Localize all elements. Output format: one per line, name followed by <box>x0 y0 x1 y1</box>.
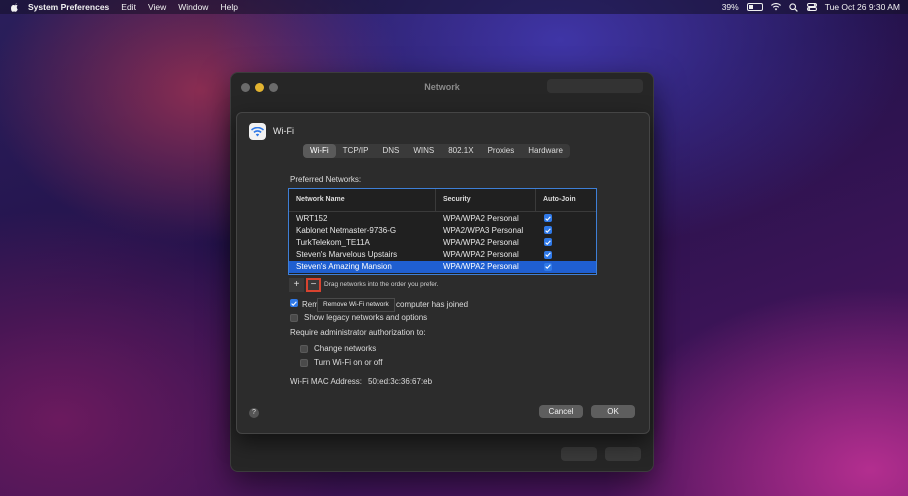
battery-percent: 39% <box>721 2 739 12</box>
search-icon[interactable] <box>789 3 799 12</box>
menu-app-name[interactable]: System Preferences <box>28 2 109 12</box>
auto-join-checkbox[interactable] <box>544 250 552 259</box>
help-button[interactable]: ? <box>249 408 259 418</box>
table-header: Network Name Security Auto-Join <box>289 189 596 212</box>
auto-join-cell <box>536 238 596 247</box>
admin-auth-heading: Require administrator authorization to: <box>290 328 426 337</box>
menu-edit[interactable]: Edit <box>121 2 136 12</box>
auto-join-cell <box>536 226 596 235</box>
preferred-networks-label: Preferred Networks: <box>290 175 362 184</box>
legacy-networks-option[interactable]: Show legacy networks and options <box>290 313 427 322</box>
tab-proxies[interactable]: Proxies <box>481 144 522 158</box>
tab-bar: Wi-Fi TCP/IP DNS WINS 802.1X Proxies Har… <box>303 144 570 158</box>
network-security-cell: WPA/WPA2 Personal <box>443 237 519 247</box>
network-name-cell: Steven's Amazing Mansion <box>296 262 392 272</box>
add-network-button[interactable]: + <box>289 278 304 292</box>
tab-dns[interactable]: DNS <box>375 144 406 158</box>
table-row[interactable]: Steven's Amazing Mansion WPA/WPA2 Persona… <box>289 260 596 273</box>
remember-networks-option[interactable] <box>290 299 298 307</box>
tab-hardware[interactable]: Hardware <box>521 144 570 158</box>
turn-wifi-label: Turn Wi-Fi on or off <box>314 358 383 367</box>
wifi-status-icon[interactable] <box>770 2 781 11</box>
network-security-cell: WPA/WPA2 Personal <box>443 213 519 223</box>
mac-address-label: Wi-Fi MAC Address: <box>290 377 363 386</box>
change-networks-label: Change networks <box>314 344 377 353</box>
auto-join-cell <box>536 250 596 259</box>
network-security-cell: WPA/WPA2 Personal <box>443 250 519 260</box>
preferred-networks-table[interactable]: Network Name Security Auto-Join WRT152 WP… <box>288 188 597 275</box>
revert-button-ghost <box>561 447 597 461</box>
sheet-title: Wi-Fi <box>273 126 294 136</box>
tab-wifi[interactable]: Wi-Fi <box>303 144 336 158</box>
add-remove-controls: + − <box>289 278 321 292</box>
ok-button[interactable]: OK <box>591 405 635 418</box>
network-security-cell: WPA2/WPA3 Personal <box>443 225 524 235</box>
column-security[interactable]: Security <box>436 189 536 211</box>
table-body: WRT152 WPA/WPA2 Personal Kablonet Netmaste… <box>289 212 596 273</box>
legacy-networks-label: Show legacy networks and options <box>304 313 428 322</box>
column-auto-join[interactable]: Auto-Join <box>536 189 596 211</box>
menu-datetime[interactable]: Tue Oct 26 9:30 AM <box>825 2 900 12</box>
remove-tooltip: Remove Wi-Fi network <box>317 298 395 312</box>
admin-auth-label: Require administrator authorization to: <box>290 328 426 337</box>
apple-menu-icon[interactable] <box>10 2 20 12</box>
auto-join-checkbox[interactable] <box>544 226 552 235</box>
auto-join-cell <box>536 214 596 223</box>
table-row[interactable]: Steven's Marvelous Upstairs WPA/WPA2 Pers… <box>289 249 596 261</box>
battery-icon[interactable] <box>746 3 763 11</box>
menu-view[interactable]: View <box>148 2 166 12</box>
apply-button-ghost <box>605 447 641 461</box>
network-security-cell: WPA/WPA2 Personal <box>443 262 519 272</box>
change-networks-checkbox[interactable] <box>300 344 308 353</box>
drag-hint: Drag networks into the order you prefer. <box>324 281 439 288</box>
menu-bar: System Preferences Edit View Window Help… <box>0 0 908 14</box>
turn-wifi-option[interactable]: Turn Wi-Fi on or off <box>300 358 382 367</box>
mac-address-row: Wi-Fi MAC Address: 50:ed:3c:36:67:eb <box>290 377 432 386</box>
legacy-networks-checkbox[interactable] <box>290 313 298 322</box>
window-search-field[interactable] <box>547 79 643 93</box>
remember-networks-checkbox[interactable] <box>290 299 298 307</box>
column-network-name[interactable]: Network Name <box>289 189 436 211</box>
wifi-icon <box>249 123 266 140</box>
turn-wifi-checkbox[interactable] <box>300 358 308 367</box>
network-name-cell: Kablonet Netmaster-9736-G <box>296 225 397 235</box>
network-name-cell: TurkTelekom_TE11A <box>296 237 370 247</box>
tab-wins[interactable]: WINS <box>406 144 441 158</box>
status-area: 39% Tue Oct 26 9:30 AM <box>722 0 900 14</box>
menu-help[interactable]: Help <box>220 2 237 12</box>
network-name-cell: WRT152 <box>296 213 328 223</box>
wifi-advanced-sheet: Wi-Fi Wi-Fi TCP/IP DNS WINS 802.1X Proxi… <box>236 112 650 434</box>
auto-join-cell <box>536 262 596 271</box>
tab-tcpip[interactable]: TCP/IP <box>336 144 376 158</box>
auto-join-checkbox[interactable] <box>544 214 552 223</box>
network-name-cell: Steven's Marvelous Upstairs <box>296 250 398 260</box>
auto-join-checkbox[interactable] <box>544 238 552 247</box>
tab-8021x[interactable]: 802.1X <box>441 144 480 158</box>
cancel-button[interactable]: Cancel <box>539 405 583 418</box>
change-networks-option[interactable]: Change networks <box>300 344 376 353</box>
table-row[interactable]: TurkTelekom_TE11A WPA/WPA2 Personal <box>289 236 596 248</box>
remember-networks-label-end: computer has joined <box>396 300 469 309</box>
table-row[interactable]: WRT152 WPA/WPA2 Personal <box>289 212 596 224</box>
menu-window[interactable]: Window <box>178 2 208 12</box>
control-center-icon[interactable] <box>806 3 817 11</box>
table-row[interactable]: Kablonet Netmaster-9736-G WPA2/WPA3 Perso… <box>289 224 596 236</box>
auto-join-checkbox[interactable] <box>544 262 552 271</box>
remove-network-button[interactable]: − <box>306 278 321 292</box>
mac-address-value: 50:ed:3c:36:67:eb <box>368 377 433 386</box>
